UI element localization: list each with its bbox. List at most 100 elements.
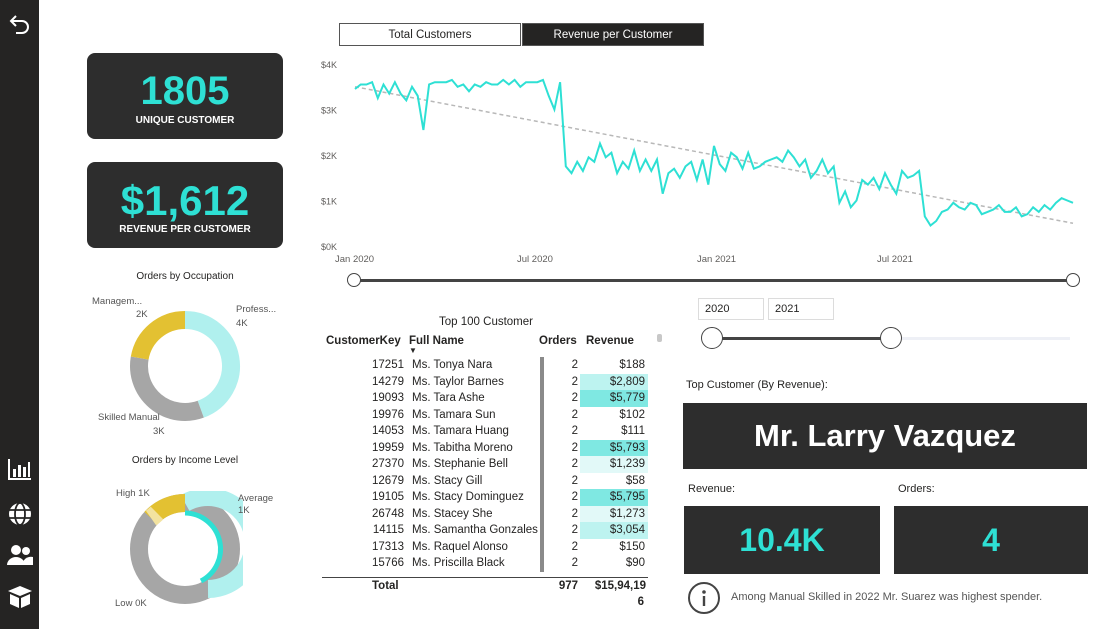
table-row[interactable]: 15766 Ms. Priscilla Black 2 $90: [322, 555, 648, 572]
col-header-fullname[interactable]: Full Name: [409, 335, 464, 347]
table-title: Top 100 Customer: [439, 316, 533, 328]
cell-orders: 2: [571, 540, 578, 553]
table-row[interactable]: 17313 Ms. Raquel Alonso 2 $150: [322, 538, 648, 555]
table-row[interactable]: 14115 Ms. Samantha Gonzales 2 $3,054: [322, 522, 648, 539]
table-row[interactable]: 19093 Ms. Tara Ashe 2 $5,779: [322, 390, 648, 407]
end-year-input[interactable]: 2021: [768, 298, 834, 320]
year-slider-start-handle[interactable]: [701, 327, 723, 349]
occupation-value-management: 2K: [136, 309, 148, 320]
income-donut-chart: [130, 491, 243, 604]
table-body[interactable]: 17251 Ms. Tonya Nara 2 $188 14279 Ms. Taylor …: [322, 357, 648, 577]
back-arrow-icon[interactable]: [4, 8, 35, 38]
cell-revenue: $5,795: [580, 489, 648, 506]
orders-label: Orders:: [898, 483, 935, 495]
cell-revenue: $5,793: [580, 439, 648, 456]
col-header-revenue[interactable]: Revenue: [586, 335, 634, 347]
total-revenue-wrap: 6: [637, 596, 644, 608]
date-range-end-handle[interactable]: [1066, 273, 1080, 287]
revenue-label: Revenue:: [688, 483, 736, 495]
cell-revenue: $1,273: [580, 505, 648, 522]
cell-customerkey: 14279: [372, 375, 404, 388]
cell-customerkey: 19105: [372, 491, 404, 504]
occupation-slice-skilled-manual[interactable]: [130, 356, 204, 421]
cell-customerkey: 14053: [372, 425, 404, 438]
globe-icon[interactable]: [4, 499, 35, 529]
cell-orders: 2: [571, 491, 578, 504]
cell-fullname: Ms. Tabitha Moreno: [412, 441, 513, 454]
cell-revenue: $111: [621, 425, 645, 438]
revenue-per-customer-label: REVENUE PER CUSTOMER: [119, 224, 251, 235]
cell-revenue: $150: [619, 540, 645, 553]
cell-fullname: Ms. Tara Ashe: [412, 392, 485, 405]
revenue-series-line: [354, 78, 1074, 227]
income-label-high: High 1K: [116, 488, 150, 499]
cell-customerkey: 17313: [372, 540, 404, 553]
cell-orders: 2: [571, 441, 578, 454]
income-label-low: Low 0K: [115, 598, 147, 609]
cell-orders: 2: [571, 425, 578, 438]
occupation-slice-professional[interactable]: [184, 311, 240, 418]
cell-revenue: $58: [625, 474, 645, 487]
table-row[interactable]: 19976 Ms. Tamara Sun 2 $102: [322, 406, 648, 423]
total-revenue: $15,94,19: [594, 580, 646, 592]
box-icon[interactable]: [4, 582, 35, 612]
cell-fullname: Ms. Taylor Barnes: [412, 375, 504, 388]
cell-orders: 2: [571, 458, 578, 471]
revenue-line-chart: $4K $3K $2K $1K $0K Jan 2020 Jul 2020 Jan 2021…: [321, 60, 1074, 265]
table-scrollbar[interactable]: [657, 334, 662, 342]
col-header-customerkey[interactable]: CustomerKey: [326, 335, 401, 347]
revenue-per-customer-value: $1,612: [120, 177, 250, 224]
col-header-orders[interactable]: Orders: [539, 335, 577, 347]
revenue-per-customer-card: $1,612 REVENUE PER CUSTOMER: [87, 162, 283, 248]
table-row[interactable]: 14279 Ms. Taylor Barnes 2 $2,809: [322, 373, 648, 390]
table-row[interactable]: 19959 Ms. Tabitha Moreno 2 $5,793: [322, 439, 648, 456]
y-tick-label: $0K: [321, 242, 337, 252]
table-row[interactable]: 19105 Ms. Stacy Dominguez 2 $5,795: [322, 489, 648, 506]
sort-desc-icon[interactable]: ▼: [409, 346, 417, 355]
table-row[interactable]: 17251 Ms. Tonya Nara 2 $188: [322, 357, 648, 374]
cell-orders: 2: [571, 408, 578, 421]
top-customer-heading: Top Customer (By Revenue):: [686, 379, 828, 391]
start-year-input[interactable]: 2020: [698, 298, 764, 320]
total-orders: 977: [558, 580, 578, 592]
table-row[interactable]: 26748 Ms. Stacey She 2 $1,273: [322, 505, 648, 522]
occupation-label-management: Managem...: [92, 296, 143, 307]
year-slider-end-handle[interactable]: [880, 327, 902, 349]
date-range-start-handle[interactable]: [347, 273, 361, 287]
cell-fullname: Ms. Stephanie Bell: [412, 458, 508, 471]
bar-chart-icon[interactable]: [4, 454, 35, 484]
cell-customerkey: 17251: [372, 359, 404, 372]
cell-fullname: Ms. Stacy Dominguez: [412, 491, 524, 504]
users-icon[interactable]: [4, 540, 35, 570]
table-row[interactable]: 27370 Ms. Stephanie Bell 2 $1,239: [322, 456, 648, 473]
x-tick-label: Jul 2020: [517, 254, 553, 265]
x-tick-label: Jan 2021: [697, 254, 736, 265]
cell-fullname: Ms. Samantha Gonzales: [412, 524, 538, 537]
table-row[interactable]: 12679 Ms. Stacy Gill 2 $58: [322, 472, 648, 489]
unique-customer-value: 1805: [140, 69, 230, 113]
occupation-slice-management[interactable]: [130, 311, 186, 361]
occupation-chart-title: Orders by Occupation: [136, 271, 234, 282]
cell-orders: 2: [571, 474, 578, 487]
cell-customerkey: 15766: [372, 557, 404, 570]
table-row[interactable]: 14053 Ms. Tamara Huang 2 $111: [322, 423, 648, 440]
cell-revenue: $1,239: [580, 456, 648, 473]
cell-fullname: Ms. Stacey She: [412, 507, 493, 520]
cell-customerkey: 19093: [372, 392, 404, 405]
income-slice-high-light: [145, 506, 164, 526]
tab-revenue-per-customer[interactable]: Revenue per Customer: [522, 23, 704, 46]
cell-orders: 2: [571, 375, 578, 388]
cell-customerkey: 27370: [372, 458, 404, 471]
occupation-label-professional: Profess...: [236, 304, 277, 315]
insight-text: Among Manual Skilled in 2022 Mr. Suarez …: [731, 591, 1043, 603]
cell-customerkey: 19959: [372, 441, 404, 454]
tab-total-customers[interactable]: Total Customers: [339, 23, 521, 46]
top-customer-revenue: 10.4K: [684, 506, 880, 574]
cell-revenue: $90: [625, 557, 645, 570]
cell-revenue: $5,779: [580, 390, 648, 407]
cell-customerkey: 19976: [372, 408, 404, 421]
unique-customer-label: UNIQUE CUSTOMER: [135, 115, 235, 126]
table-header: CustomerKey Full Name Orders Revenue ▼: [322, 335, 652, 355]
occupation-donut-chart: [130, 311, 240, 421]
cell-fullname: Ms. Tamara Huang: [412, 425, 509, 438]
